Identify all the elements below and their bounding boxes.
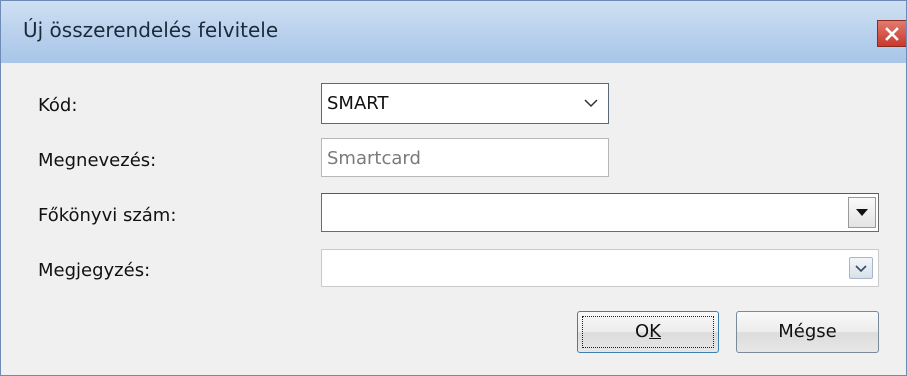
- cancel-label: Mégse: [778, 321, 837, 342]
- megnevezes-value: Smartcard: [327, 148, 421, 169]
- kod-label: Kód:: [38, 95, 78, 116]
- title-bar[interactable]: Új összerendelés felvitele: [1, 1, 906, 63]
- fokonyvi-szam-combobox[interactable]: [321, 193, 879, 232]
- close-button[interactable]: [877, 20, 906, 47]
- megnevezes-field[interactable]: Smartcard: [321, 138, 609, 177]
- fokonyvi-szam-label: Főkönyvi szám:: [38, 205, 177, 226]
- ok-button[interactable]: OK: [577, 311, 719, 353]
- megjegyzes-combobox[interactable]: [321, 249, 879, 287]
- chevron-down-icon: [855, 265, 867, 272]
- dialog-window: Új összerendelés felvitele Kód: SMART Me…: [0, 0, 907, 376]
- chevron-down-icon: [584, 99, 598, 108]
- close-icon: [885, 27, 899, 41]
- megjegyzes-dropdown-button[interactable]: [849, 257, 873, 279]
- kod-value: SMART: [327, 93, 389, 114]
- focus-rectangle: [582, 316, 714, 348]
- megjegyzes-label: Megjegyzés:: [38, 260, 151, 281]
- fokonyvi-szam-dropdown-button[interactable]: [848, 197, 876, 228]
- window-title: Új összerendelés felvitele: [23, 18, 279, 42]
- dialog-content: Kód: SMART Megnevezés: Smartcard Főkönyv…: [1, 63, 906, 375]
- megnevezes-label: Megnevezés:: [38, 150, 157, 171]
- dropdown-arrow-icon: [856, 209, 868, 216]
- kod-combobox[interactable]: SMART: [321, 83, 609, 124]
- cancel-button[interactable]: Mégse: [736, 311, 879, 353]
